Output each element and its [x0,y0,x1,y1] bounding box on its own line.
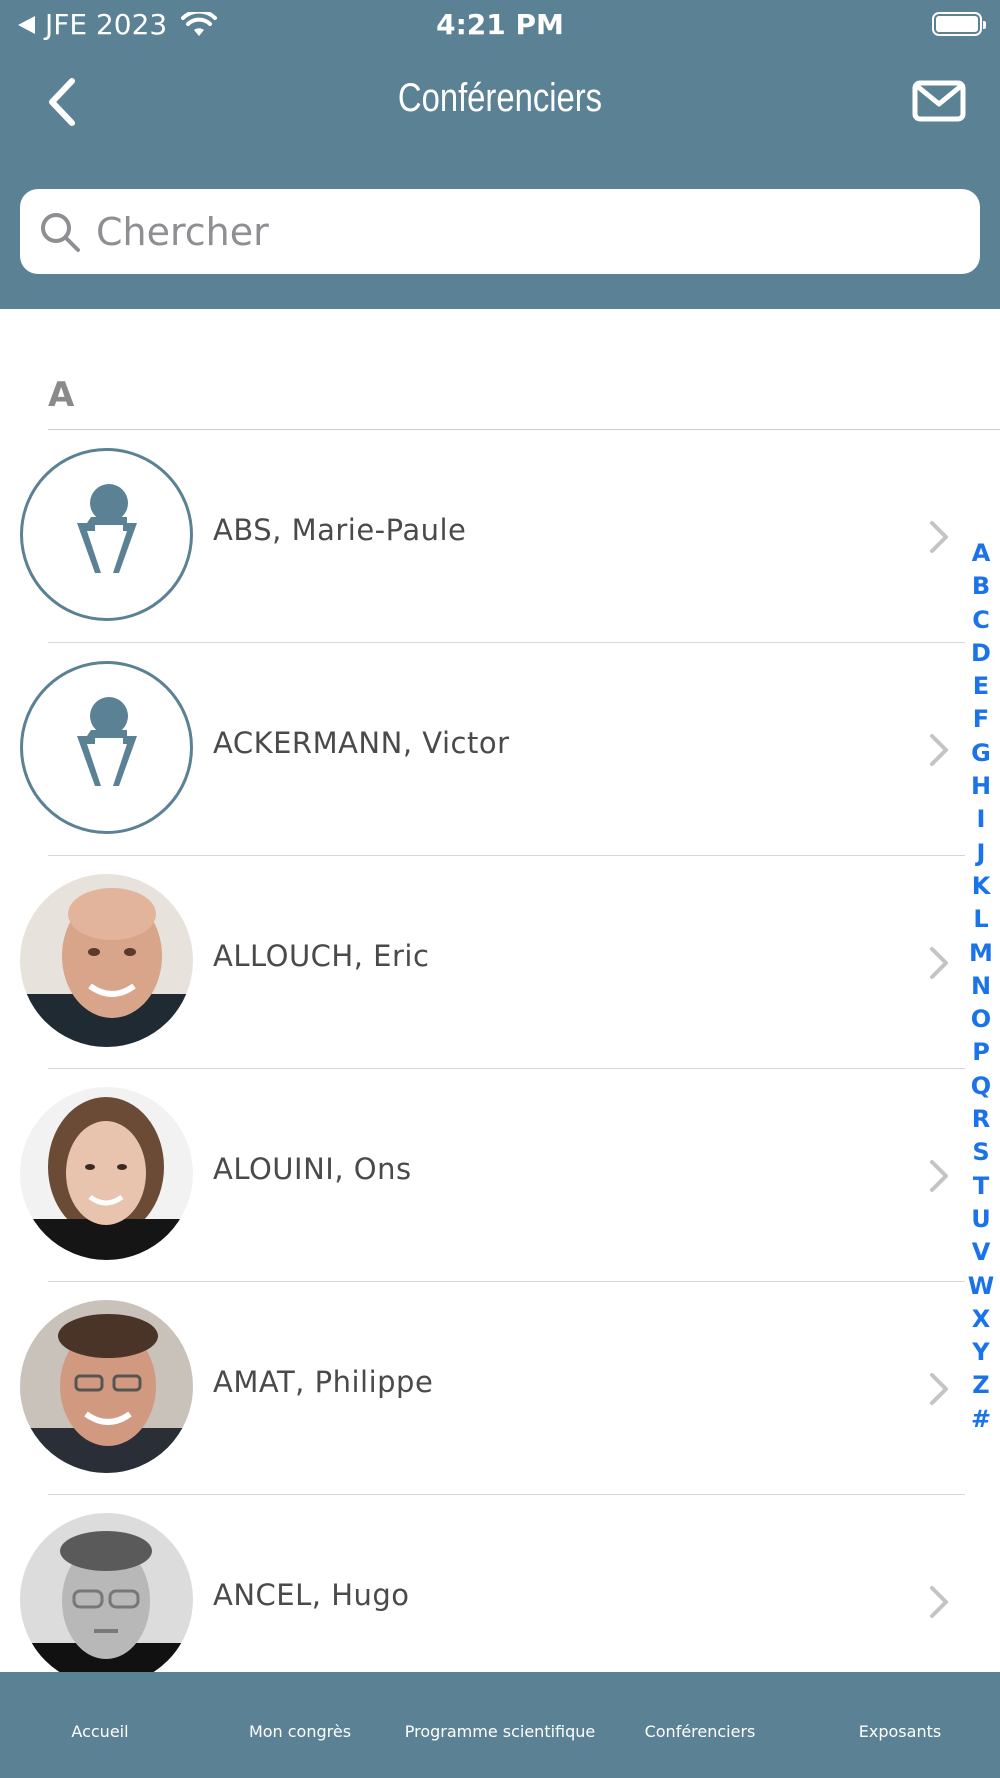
index-letter[interactable]: K [962,870,1000,903]
index-letter[interactable]: N [962,970,1000,1003]
search-bar[interactable] [20,189,980,274]
speaker-row[interactable]: ABS, Marie-Paule [0,430,1000,643]
index-letter[interactable]: X [962,1303,1000,1336]
chevron-right-icon [930,734,948,766]
speaker-photo [20,874,193,1047]
index-letter[interactable]: T [962,1170,1000,1203]
index-letter[interactable]: J [962,837,1000,870]
avatar [20,874,193,1047]
avatar [20,1300,193,1473]
battery-icon [932,12,986,36]
index-letter[interactable]: W [962,1270,1000,1303]
index-letter[interactable]: Q [962,1070,1000,1103]
index-letter[interactable]: P [962,1036,1000,1069]
index-letter[interactable]: B [962,570,1000,603]
status-bar: JFE 2023 4:21 PM [0,0,1000,50]
speaker-name: AMAT, Philippe [213,1365,434,1399]
speaker-photo [20,1513,193,1686]
index-letter[interactable]: Z [962,1369,1000,1402]
index-letter[interactable]: Y [962,1336,1000,1369]
index-letter[interactable]: O [962,1003,1000,1036]
index-letter[interactable]: E [962,670,1000,703]
status-time: 4:21 PM [436,8,564,41]
speaker-row[interactable]: AMAT, Philippe [0,1282,1000,1495]
avatar [20,1513,193,1686]
search-icon [41,212,80,252]
person-icon [77,697,137,786]
section-header: A [48,375,75,415]
tab-conferenciers[interactable]: Conférenciers [600,1672,800,1778]
speaker-row[interactable]: ALOUINI, Ons [0,1069,1000,1282]
index-letter[interactable]: F [962,703,1000,736]
index-letter[interactable]: I [962,803,1000,836]
index-letter[interactable]: L [962,903,1000,936]
chevron-right-icon [930,1373,948,1405]
index-letter[interactable]: # [962,1403,1000,1436]
speaker-name: ABS, Marie-Paule [213,513,467,547]
index-letter[interactable]: H [962,770,1000,803]
index-letter[interactable]: C [962,604,1000,637]
person-icon [77,484,137,573]
index-letter[interactable]: M [962,937,1000,970]
speaker-row[interactable]: ACKERMANN, Victor [0,643,1000,856]
speaker-photo [20,1300,193,1473]
index-letter[interactable]: R [962,1103,1000,1136]
index-letter[interactable]: S [962,1136,1000,1169]
index-letter[interactable]: V [962,1236,1000,1269]
alphabet-index[interactable]: A B C D E F G H I J K L M N O P Q R S T U V W X Y Z # [962,537,1000,1436]
tab-programme-scientifique[interactable]: Programme scientifique [400,1672,600,1778]
chevron-right-icon [930,521,948,553]
speaker-name: ACKERMANN, Victor [213,726,510,760]
chevron-right-icon [930,1160,948,1192]
index-letter[interactable]: U [962,1203,1000,1236]
avatar-placeholder [20,448,193,621]
chevron-right-icon [930,947,948,979]
mail-button[interactable] [912,80,966,122]
tab-exposants[interactable]: Exposants [800,1672,1000,1778]
nav-bar: Conférenciers [0,60,1000,144]
speaker-name: ALLOUCH, Eric [213,939,430,973]
search-input[interactable] [94,208,898,255]
back-button[interactable] [36,74,86,130]
speaker-name: ANCEL, Hugo [213,1578,410,1612]
avatar [20,1087,193,1260]
tab-mon-congres[interactable]: Mon congrès [200,1672,400,1778]
speaker-name: ALOUINI, Ons [213,1152,412,1186]
speaker-list: ABS, Marie-Paule ACKERMANN, Victor ALLOU… [0,430,1000,1708]
envelope-icon [912,80,966,122]
index-letter[interactable]: G [962,737,1000,770]
header: JFE 2023 4:21 PM Conférenciers [0,0,1000,309]
chevron-left-icon [49,78,75,126]
tab-bar: Accueil Mon congrès Programme scientifiq… [0,1672,1000,1778]
speaker-row[interactable]: ALLOUCH, Eric [0,856,1000,1069]
tab-accueil[interactable]: Accueil [0,1672,200,1778]
avatar-placeholder [20,661,193,834]
index-letter[interactable]: A [962,537,1000,570]
index-letter[interactable]: D [962,637,1000,670]
speaker-photo [20,1087,193,1260]
chevron-right-icon [930,1586,948,1618]
page-title: Conférenciers [397,76,603,120]
